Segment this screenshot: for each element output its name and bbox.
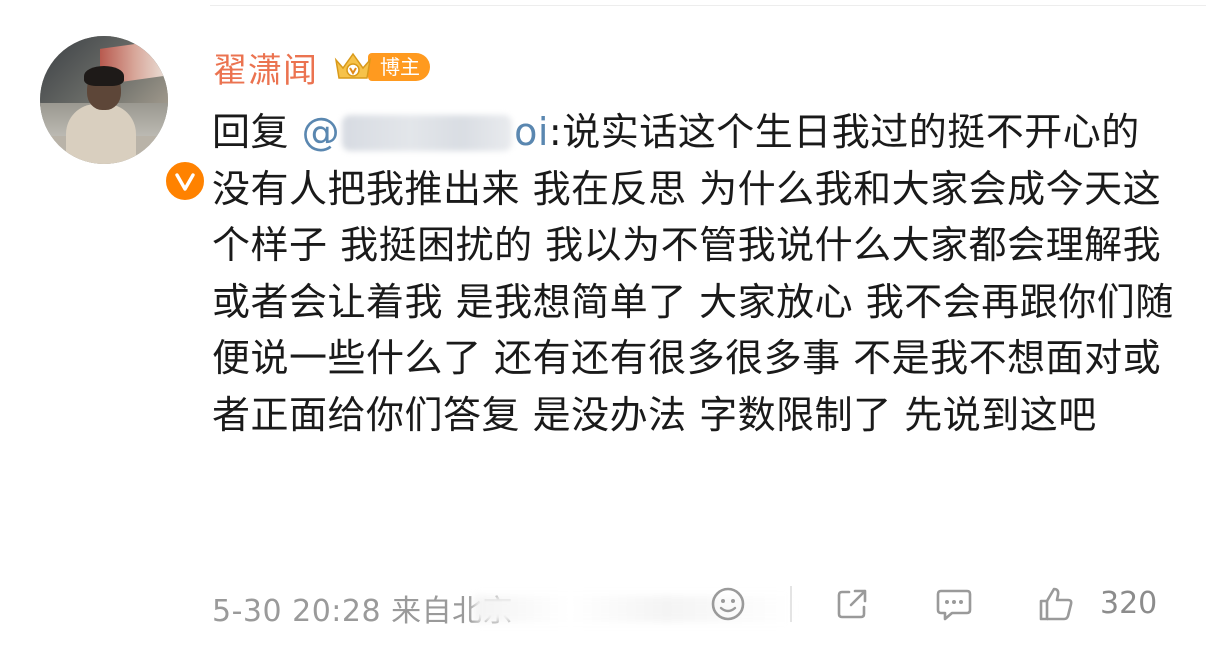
share-icon[interactable] xyxy=(832,584,872,624)
verified-v-icon xyxy=(163,159,207,203)
mention-link[interactable]: @ oi xyxy=(302,110,549,154)
post-footer: 5-30 20:28 来自北京 320 xyxy=(212,584,1172,629)
like-count: 320 xyxy=(1100,586,1158,621)
avatar[interactable] xyxy=(40,36,207,203)
author-row: 翟潇闻 博主 xyxy=(213,42,430,92)
timestamp: 5-30 20:28 xyxy=(212,594,382,629)
mention-at: @ xyxy=(301,110,341,154)
post-meta: 5-30 20:28 来自北京 xyxy=(212,586,794,630)
blurred-mention-name xyxy=(342,115,513,151)
thumbs-up-icon[interactable] xyxy=(1036,584,1076,624)
reply-prefix: 回复 xyxy=(212,110,290,154)
post-content: 回复 @ oi:说实话这个生日我过的挺不开心的 没有人把我推出来 我在反思 为什么… xyxy=(212,104,1182,443)
username[interactable]: 翟潇闻 xyxy=(213,43,318,92)
top-divider xyxy=(210,5,1206,6)
comment-icon[interactable] xyxy=(934,584,974,624)
blogger-badge-label: 博主 xyxy=(368,53,430,81)
avatar-photo xyxy=(40,36,168,164)
mention-suffix: oi xyxy=(514,110,549,154)
footer-divider xyxy=(790,586,792,622)
crown-icon xyxy=(332,50,374,84)
emoji-icon[interactable] xyxy=(708,584,748,624)
blogger-badge[interactable]: 博主 xyxy=(332,50,430,84)
post-text: :说实话这个生日我过的挺不开心的 没有人把我推出来 我在反思 为什么我和大家会成… xyxy=(212,110,1174,437)
